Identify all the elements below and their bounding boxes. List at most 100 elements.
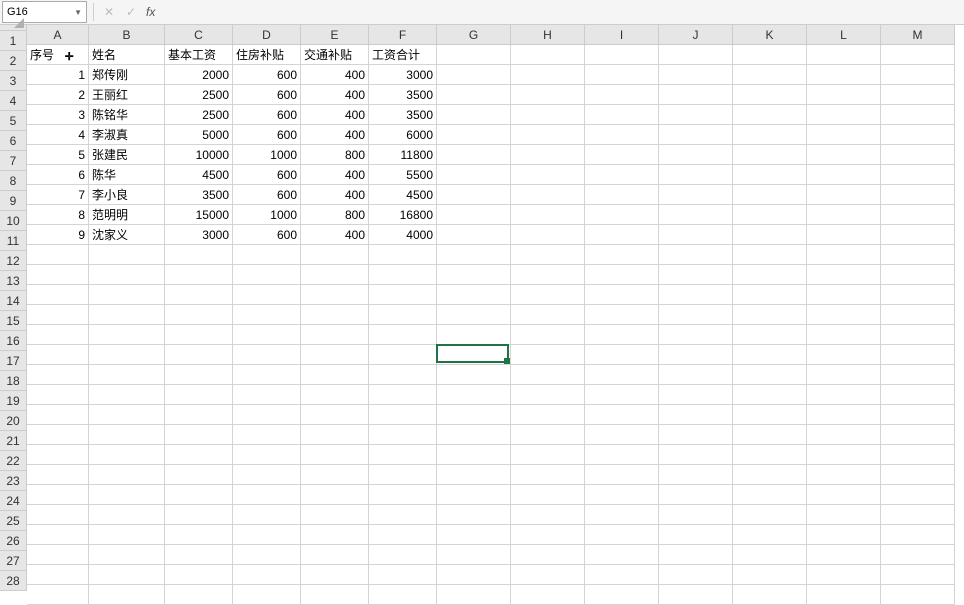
cell-L8[interactable] [807, 185, 881, 205]
cell-M23[interactable] [881, 485, 955, 505]
cell-I19[interactable] [585, 405, 659, 425]
cell-J18[interactable] [659, 385, 733, 405]
cell-D23[interactable] [233, 485, 301, 505]
cell-H23[interactable] [511, 485, 585, 505]
cell-J13[interactable] [659, 285, 733, 305]
cell-J8[interactable] [659, 185, 733, 205]
cell-B11[interactable] [89, 245, 165, 265]
cell-K19[interactable] [733, 405, 807, 425]
cell-B12[interactable] [89, 265, 165, 285]
cell-A11[interactable] [27, 245, 89, 265]
cell-B25[interactable] [89, 525, 165, 545]
cell-M16[interactable] [881, 345, 955, 365]
cell-I14[interactable] [585, 305, 659, 325]
cell-C23[interactable] [165, 485, 233, 505]
cell-K16[interactable] [733, 345, 807, 365]
cell-B9[interactable]: 范明明 [89, 205, 165, 225]
cell-H1[interactable] [511, 45, 585, 65]
cell-C25[interactable] [165, 525, 233, 545]
cell-E7[interactable]: 400 [301, 165, 369, 185]
cell-K20[interactable] [733, 425, 807, 445]
cell-D8[interactable]: 600 [233, 185, 301, 205]
cell-M14[interactable] [881, 305, 955, 325]
cell-E25[interactable] [301, 525, 369, 545]
cell-M26[interactable] [881, 545, 955, 565]
cell-I23[interactable] [585, 485, 659, 505]
cell-K11[interactable] [733, 245, 807, 265]
cell-D12[interactable] [233, 265, 301, 285]
cell-H2[interactable] [511, 65, 585, 85]
cell-E14[interactable] [301, 305, 369, 325]
cell-F12[interactable] [369, 265, 437, 285]
cell-C9[interactable]: 15000 [165, 205, 233, 225]
row-header-17[interactable]: 17 [0, 351, 27, 371]
cell-K22[interactable] [733, 465, 807, 485]
cell-F11[interactable] [369, 245, 437, 265]
cell-I2[interactable] [585, 65, 659, 85]
cell-I17[interactable] [585, 365, 659, 385]
cell-A9[interactable]: 8 [27, 205, 89, 225]
cell-L9[interactable] [807, 205, 881, 225]
cell-E20[interactable] [301, 425, 369, 445]
cell-E12[interactable] [301, 265, 369, 285]
row-header-26[interactable]: 26 [0, 531, 27, 551]
fx-label[interactable]: fx [142, 5, 159, 19]
cell-A15[interactable] [27, 325, 89, 345]
cell-H17[interactable] [511, 365, 585, 385]
cell-B18[interactable] [89, 385, 165, 405]
cell-K14[interactable] [733, 305, 807, 325]
cell-I28[interactable] [585, 585, 659, 605]
cell-A17[interactable] [27, 365, 89, 385]
cell-M24[interactable] [881, 505, 955, 525]
cell-G11[interactable] [437, 245, 511, 265]
cell-G21[interactable] [437, 445, 511, 465]
cell-B15[interactable] [89, 325, 165, 345]
row-header-7[interactable]: 7 [0, 151, 27, 171]
cell-A26[interactable] [27, 545, 89, 565]
cell-J26[interactable] [659, 545, 733, 565]
cell-D7[interactable]: 600 [233, 165, 301, 185]
column-header-K[interactable]: K [733, 25, 807, 45]
cell-C15[interactable] [165, 325, 233, 345]
row-header-13[interactable]: 13 [0, 271, 27, 291]
cell-F7[interactable]: 5500 [369, 165, 437, 185]
row-header-22[interactable]: 22 [0, 451, 27, 471]
cell-C13[interactable] [165, 285, 233, 305]
column-header-I[interactable]: I [585, 25, 659, 45]
cell-L18[interactable] [807, 385, 881, 405]
row-header-19[interactable]: 19 [0, 391, 27, 411]
cell-M1[interactable] [881, 45, 955, 65]
enter-icon[interactable]: ✓ [120, 2, 142, 22]
cell-D9[interactable]: 1000 [233, 205, 301, 225]
cell-C16[interactable] [165, 345, 233, 365]
cell-D1[interactable]: 住房补贴 [233, 45, 301, 65]
cell-H28[interactable] [511, 585, 585, 605]
cell-D4[interactable]: 600 [233, 105, 301, 125]
cell-K17[interactable] [733, 365, 807, 385]
cell-M9[interactable] [881, 205, 955, 225]
cell-G15[interactable] [437, 325, 511, 345]
cell-E15[interactable] [301, 325, 369, 345]
cell-K23[interactable] [733, 485, 807, 505]
cell-L28[interactable] [807, 585, 881, 605]
cell-K21[interactable] [733, 445, 807, 465]
cell-C18[interactable] [165, 385, 233, 405]
cell-K9[interactable] [733, 205, 807, 225]
cell-A20[interactable] [27, 425, 89, 445]
cell-C22[interactable] [165, 465, 233, 485]
cell-G14[interactable] [437, 305, 511, 325]
cell-H3[interactable] [511, 85, 585, 105]
column-header-F[interactable]: F [369, 25, 437, 45]
cell-F20[interactable] [369, 425, 437, 445]
row-header-14[interactable]: 14 [0, 291, 27, 311]
cell-G5[interactable] [437, 125, 511, 145]
cell-G6[interactable] [437, 145, 511, 165]
cell-J16[interactable] [659, 345, 733, 365]
column-header-L[interactable]: L [807, 25, 881, 45]
cell-L20[interactable] [807, 425, 881, 445]
cell-B16[interactable] [89, 345, 165, 365]
cell-D16[interactable] [233, 345, 301, 365]
column-header-E[interactable]: E [301, 25, 369, 45]
cell-K24[interactable] [733, 505, 807, 525]
cell-E16[interactable] [301, 345, 369, 365]
